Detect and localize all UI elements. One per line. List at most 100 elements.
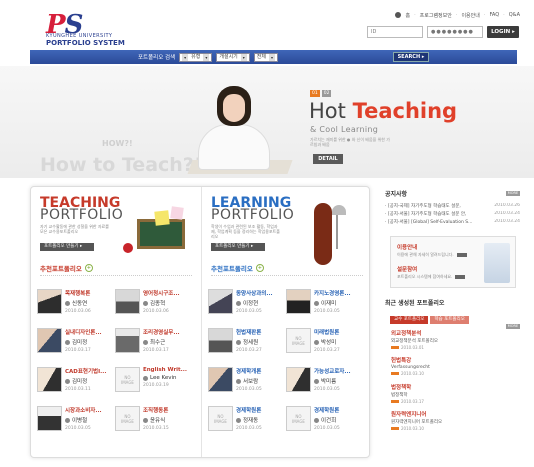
learning-list: 동양사상과의... 이정현 2010.03.05 카지노경영론... 이재미 2010.0… [208,289,366,432]
search-button[interactable]: SEARCH ▸ [393,52,429,62]
portfolio-item[interactable]: 헌법재판론 정세원 2010.03.27 [208,328,286,354]
portfolio-item[interactable]: CAD표현기법I... 김미정 2010.03.11 [37,367,115,393]
top-link-home[interactable]: 홈 [405,12,410,19]
portfolio-owner: 서보람 [236,377,286,385]
portfolio-item[interactable]: 가능성교로자... 박미름 2010.03.05 [286,367,364,393]
divider: · [503,12,505,18]
portfolio-owner: 김종혁 [143,299,193,307]
top-link-faq[interactable]: FAQ [489,12,499,19]
plus-icon[interactable]: + [84,264,93,272]
portfolio-item[interactable]: NO IMAGE English Writ... Lee Kevin 2010.03.1… [115,367,193,393]
portfolio-item[interactable]: 조리경영실무... 최수근 2010.03.17 [115,328,193,354]
detail-button[interactable]: DETAIL [313,154,343,164]
recent-item[interactable]: 헌법특강 Verfassungsrecht 2010.03.10 [391,356,516,383]
new-tag [391,346,399,349]
portfolio-thumbnail [286,289,311,314]
notice-item[interactable]: · [공지-서울] 자기주도형 학습태도 설문 안, 2010.03.24 [385,211,520,219]
survey-link[interactable]: 설문참여 포트폴리오 시스템에 참여하세요. [397,265,466,280]
portfolio-item[interactable]: NO IMAGE 미래법원론 박성미 2010.03.27 [286,328,364,354]
period-select[interactable]: 개설시기 ▾ [216,52,250,62]
login-button[interactable]: LOGIN ▸ [487,26,519,38]
no-image-placeholder: NO IMAGE [115,406,140,431]
search-bar: 포트폴리오 검색 ▾ 유형 ▾ 개설시기 ▾ 전체 ▾ SEARCH ▸ [30,50,517,64]
portfolio-title: 가능성교로자... [314,369,351,375]
portfolio-title: 실내디자인론... [65,330,102,336]
recent-item[interactable]: 원자력엔지니어 원자력엔지니어 포트폴리오 2010.03.10 [391,410,516,437]
teaching-title-portfolio: PORTFOLIO [40,207,124,223]
portfolio-item[interactable]: 영어청시구조... 김종혁 2010.03.06 [115,289,193,315]
portfolio-card: TEACHING PORTFOLIO 자기 교수활동에 관한 성찰을 위한 자료… [30,186,370,458]
user-icon [65,417,70,423]
portfolio-thumbnail [37,328,62,353]
user-icon [236,339,241,345]
portfolio-title: 영어청시구조... [143,291,180,297]
type-select[interactable]: ▾ 유형 ▾ [179,52,213,62]
portfolio-item[interactable]: 경제학개론 서보람 2010.03.05 [208,367,286,393]
logo-system-name: PORTFOLIO SYSTEM [46,39,125,47]
top-link-program[interactable]: 프로그램정보안 [420,12,452,19]
user-icon [314,300,319,306]
portfolio-owner: 김미정 [65,338,115,346]
user-icon [236,378,241,384]
recent-list: 외교정책분석 외교정책분석 포트폴리오 2010.03.01 헌법특강 Verfassu… [391,329,516,437]
home-icon[interactable] [395,12,402,18]
recent-item[interactable]: 외교정책분석 외교정책분석 포트폴리오 2010.03.01 [391,329,516,356]
learning-illustration [290,199,362,265]
portfolio-item[interactable]: 목재행복론 신동연 2010.03.06 [37,289,115,315]
recent-heading: 최근 생성된 포트폴리오 [385,300,445,307]
teaching-portfolio-section: TEACHING PORTFOLIO 자기 교수활동에 관한 성찰을 위한 자료… [31,187,199,457]
teaching-description: 자기 교수활동에 관한 성찰을 위한 자료를 모은 교수용포트폴리오 [40,224,109,234]
learning-portfolio-section: LEARNING PORTFOLIO 학생이 수업과 관련된 보조 활동, 학업… [201,187,369,457]
portfolio-item[interactable]: 시장과소비자... 이병철 2010.03.05 [37,406,115,432]
tab-teaching-portfolio[interactable]: 교수 포트폴리오 [390,316,429,324]
login-button-label: LOGIN [491,29,511,35]
portfolio-title: 경제학원론 [314,408,340,414]
plus-icon[interactable]: + [255,264,264,272]
portfolio-item[interactable]: 카지노경영론... 이재미 2010.03.05 [286,289,364,315]
learning-make-button[interactable]: 포트폴리오 만들기 ▸ [211,243,265,251]
portfolio-item[interactable]: 실내디자인론... 김미정 2010.03.17 [37,328,115,354]
no-image-placeholder: NO IMAGE [208,406,233,431]
recent-item[interactable]: 법정책학 법정책학 2010.03.17 [391,383,516,410]
hero-description: 가르치는 재미를 위한 ● 와 신이 배움을 위한 가르침과 배움 [310,137,390,147]
portfolio-item[interactable]: NO IMAGE 경제학원론 이건희 2010.03.05 [286,406,364,432]
user-icon [143,417,148,423]
portfolio-thumbnail [37,289,62,314]
portfolio-title: CAD표현기법I... [65,369,107,375]
divider: · [455,12,458,18]
login-password-input[interactable]: ●●●●●●●● [427,26,483,38]
portfolio-owner: 최수근 [143,338,193,346]
recent-item-title: 원자력엔지니어 [391,412,427,418]
user-icon [65,300,70,306]
user-icon [65,339,70,345]
top-link-qna[interactable]: Q&A [509,12,520,19]
top-link-guide[interactable]: 이용안내 [461,12,479,19]
user-icon [65,378,70,384]
notice-more-button[interactable]: MORE [506,191,520,196]
usage-guide-link[interactable]: 이용안내 이용에 관해 자세히 알려드립니다. [397,243,467,258]
login-id-input[interactable]: ID [367,26,423,38]
user-icon [143,339,148,345]
portfolio-item[interactable]: NO IMAGE 경제학원론 정재동 2010.03.05 [208,406,286,432]
portfolio-date: 2010.03.17 [65,348,91,353]
notice-item[interactable]: · [공지-국제] 자기주도형 학습태도 설문, 2010.03.26 [385,203,520,211]
recent-item-date: 2010.03.17 [391,399,516,404]
portfolio-item[interactable]: NO IMAGE 조직행동론 윤유식 2010.03.15 [115,406,193,432]
portfolio-title: 시장과소비자... [65,408,102,414]
all-select[interactable]: 전체 ▾ [253,52,278,62]
portfolio-item[interactable]: 동양사상과의... 이정현 2010.03.05 [208,289,286,315]
portfolio-info: English Writ... Lee Kevin 2010.03.19 [143,367,193,393]
teaching-list: 목재행복론 신동연 2010.03.06 영어청시구조... 김종혁 2010.03.06… [37,289,195,432]
portfolio-thumbnail [208,328,233,353]
portfolio-title: 목재행복론 [65,291,91,297]
tab-learning-portfolio[interactable]: 학습 포트폴리오 [430,316,469,324]
teaching-make-button[interactable]: 포트폴리오 만들기 ▸ [40,243,94,251]
portfolio-info: 조리경영실무... 최수근 2010.03.17 [143,328,193,354]
hero-pager: 01 02 [310,90,332,97]
search-label: 포트폴리오 검색 [138,55,176,61]
learning-title-portfolio: PORTFOLIO [211,207,295,223]
user-icon [236,300,241,306]
hero-page-2[interactable]: 02 [321,90,332,97]
notice-item[interactable]: · [공지-서울] [Global] Self-Evaluation S... 2… [385,219,520,227]
hero-page-1[interactable]: 01 [310,90,320,97]
